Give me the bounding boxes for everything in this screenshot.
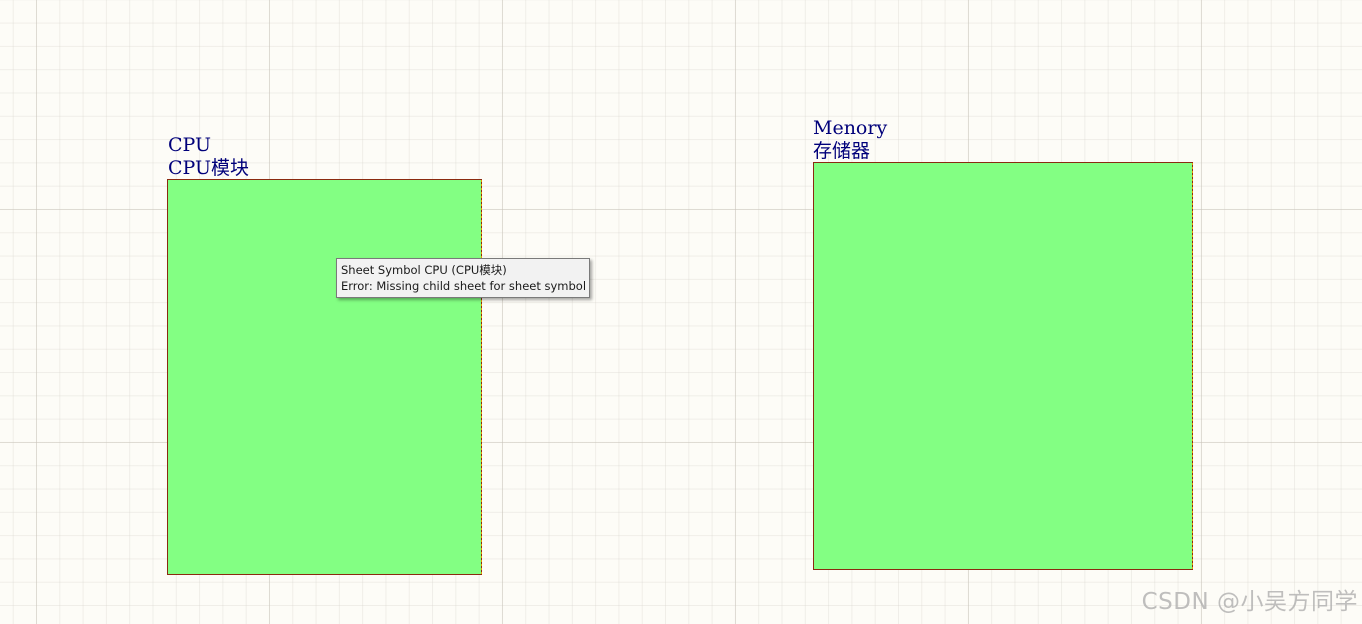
sheet-symbol-tooltip: Sheet Symbol CPU (CPU模块) Error: Missing … (336, 258, 590, 298)
cpu-sheet-designator[interactable]: CPU (168, 134, 211, 156)
tooltip-error-message: Error: Missing child sheet for sheet sym… (341, 279, 587, 293)
memory-sheet-designator[interactable]: Menory (813, 117, 887, 139)
memory-sheet-symbol[interactable] (813, 162, 1193, 570)
cpu-sheet-symbol[interactable] (167, 179, 482, 575)
tooltip-title: Sheet Symbol CPU (CPU模块) (341, 263, 507, 277)
watermark: CSDN @小吴方同学 (1141, 589, 1358, 615)
memory-sheet-filename[interactable]: 存储器 (813, 140, 870, 162)
cpu-sheet-filename[interactable]: CPU模块 (168, 157, 249, 179)
